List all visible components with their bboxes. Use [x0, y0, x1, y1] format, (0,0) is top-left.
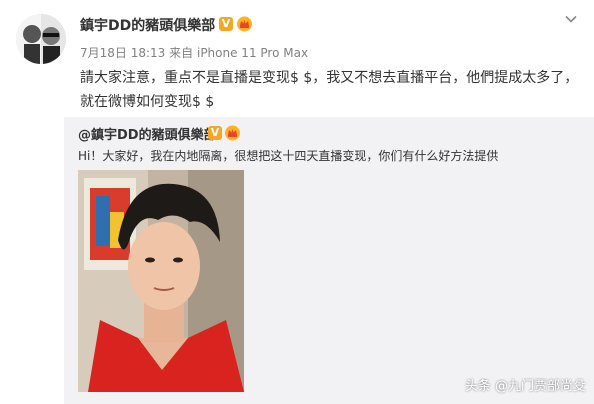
repost-crown-icon: [225, 125, 240, 141]
verified-badge: V: [219, 17, 233, 31]
watermark: 头条 @九门贾部尚殳: [464, 379, 586, 394]
crown-icon[interactable]: [236, 15, 253, 32]
selfie-photo: [78, 170, 244, 392]
avatar[interactable]: [16, 14, 66, 64]
repost-text: Hi！大家好，我在内地隔离，很想把这十四天直播变现，你们有什么好方法提供: [78, 149, 499, 163]
author-name[interactable]: 鎮宇DD的豬頭俱樂部: [80, 15, 215, 35]
chevron-down-icon[interactable]: [564, 12, 578, 26]
post-meta: 7月18日 18:13 来自 iPhone 11 Pro Max: [80, 44, 308, 61]
repost-photo[interactable]: [78, 170, 244, 392]
post-device: iPhone 11 Pro Max: [196, 46, 309, 60]
post-text: 請大家注意，重点不是直播是变现$ $，我又不想去直播平台，他們提成太多了，就在微…: [80, 70, 579, 110]
avatar-image: [16, 14, 66, 64]
repost-author[interactable]: @鎮宇DD的豬頭俱樂部: [78, 124, 217, 143]
source-prefix: 来自: [169, 46, 194, 60]
post-time[interactable]: 7月18日 18:13: [80, 46, 165, 60]
repost-card[interactable]: @鎮宇DD的豬頭俱樂部 V Hi！大家好，我在内地隔离，很想把这十四天直播变现，…: [64, 117, 594, 404]
repost-verified-badge: V: [208, 126, 222, 140]
